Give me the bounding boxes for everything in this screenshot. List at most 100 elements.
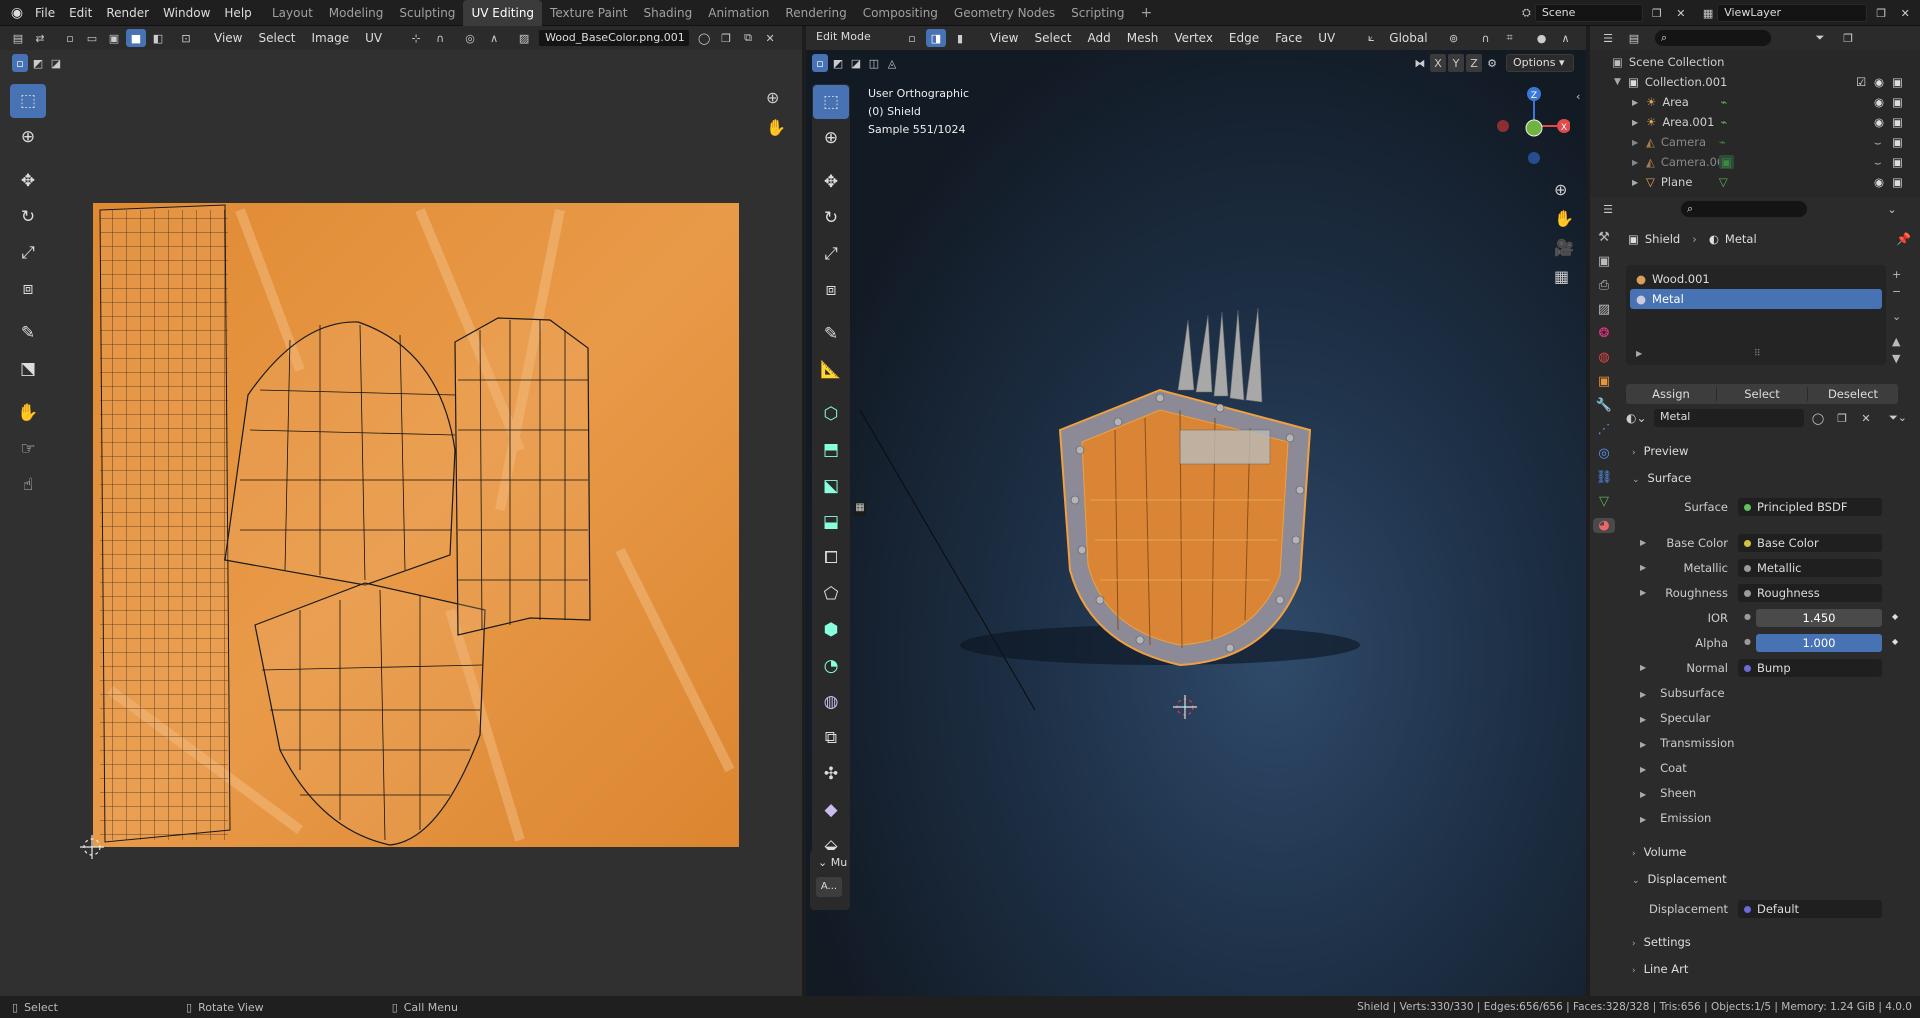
tab-texture-paint[interactable]: Texture Paint [542, 0, 635, 26]
data-tab-icon[interactable]: ▽ [1599, 494, 1609, 509]
roughness-field[interactable]: Roughness [1738, 584, 1882, 602]
shield-render[interactable] [860, 300, 1480, 760]
extrude-tool-icon[interactable]: ⬒ [813, 433, 849, 467]
uv-menu-image[interactable]: Image [304, 31, 358, 45]
vp-select-extend-icon[interactable]: ◩ [830, 54, 846, 72]
menu-window[interactable]: Window [156, 0, 217, 26]
edge-select-icon[interactable]: ▭ [82, 29, 102, 47]
operator-panel[interactable]: ⌄ Mu A... [810, 850, 850, 910]
uv-canvas[interactable] [0, 50, 802, 994]
bevel-tool-icon[interactable]: ⬓ [813, 505, 849, 539]
material-unlink-icon[interactable]: ✕ [1856, 409, 1876, 427]
outliner-type-icon[interactable]: ☰ [1598, 29, 1618, 47]
outliner-search[interactable]: ⌕ [1654, 29, 1772, 47]
alpha-field[interactable]: 1.000 [1756, 634, 1882, 652]
collection-eye-icon[interactable]: ◉ [1874, 75, 1884, 89]
output-tab-icon[interactable]: ⎙ [1599, 278, 1609, 293]
outliner-item[interactable]: ▶ ◭ Camera ⌁ ⌣ ▣ [1632, 133, 1920, 151]
object-tab-icon[interactable]: ▣ [1598, 374, 1610, 389]
vp-menu-mesh[interactable]: Mesh [1119, 31, 1167, 45]
fake-user-icon[interactable]: ◯ [694, 29, 714, 47]
face-mode-icon[interactable]: ▮ [950, 29, 970, 47]
tab-modeling[interactable]: Modeling [321, 0, 392, 26]
3d-cursor-icon[interactable] [1173, 695, 1197, 719]
vp-menu-add[interactable]: Add [1080, 31, 1119, 45]
tab-scripting[interactable]: Scripting [1063, 0, 1132, 26]
gizmo-neg-z-icon[interactable] [1528, 152, 1540, 164]
vp-camera-icon[interactable]: 🎥 [1554, 238, 1574, 257]
vp-select-invert-icon[interactable]: ◫ [866, 54, 882, 72]
expand-icon[interactable]: ▶ [1632, 118, 1646, 127]
eye-hidden-icon[interactable]: ⌣ [1874, 135, 1882, 150]
properties-type-icon[interactable]: ☰ [1598, 200, 1618, 218]
vp-scale-tool-icon[interactable]: ⤢ [813, 237, 849, 271]
add-workspace-icon[interactable]: + [1133, 0, 1161, 26]
vertex-mode-icon[interactable]: ▫ [902, 29, 922, 47]
menu-help[interactable]: Help [217, 0, 258, 26]
tab-sculpting[interactable]: Sculpting [391, 0, 463, 26]
add-cube-tool-icon[interactable]: ⬡ [813, 397, 849, 431]
outliner-collection[interactable]: ▼ ▣ Collection.001 ☑ ◉ ▣ [1614, 73, 1904, 91]
vp-move-tool-icon[interactable]: ✥ [813, 165, 849, 199]
collection-camera-icon[interactable]: ▣ [1892, 75, 1903, 89]
tab-rendering[interactable]: Rendering [777, 0, 854, 26]
pin-icon[interactable]: 📌 [1896, 232, 1911, 246]
tool-tab-icon[interactable]: ⚒ [1598, 230, 1610, 245]
outliner-item[interactable]: ▶ ☀ Area ⌁ ◉ ▣ [1632, 93, 1920, 111]
remove-slot-icon[interactable]: − [1892, 285, 1901, 298]
tab-shading[interactable]: Shading [635, 0, 700, 26]
vp-menu-edge[interactable]: Edge [1221, 31, 1267, 45]
spin-tool-icon[interactable]: ◔ [813, 649, 849, 683]
editor-type-icon[interactable]: ▤ [8, 29, 28, 47]
uv-menu-select[interactable]: Select [250, 31, 303, 45]
displacement-field[interactable]: Default [1738, 900, 1882, 918]
select-button[interactable]: Select [1717, 387, 1808, 401]
subsection-specular[interactable]: ▶ Specular [1640, 711, 1734, 736]
tab-uv-editing[interactable]: UV Editing [463, 0, 543, 26]
axis-z-toggle[interactable]: Z [1466, 54, 1482, 72]
expand-icon[interactable]: ▶ [1632, 138, 1646, 147]
eye-hidden-icon[interactable]: ⌣ [1874, 155, 1882, 170]
keyframe-icon[interactable]: ◆ [1892, 637, 1898, 646]
view-layer-field[interactable]: ViewLayer [1717, 4, 1868, 22]
subsection-transmission[interactable]: ▶ Transmission [1640, 736, 1734, 761]
operator-panel-button[interactable]: A... [816, 877, 842, 897]
snap-icon[interactable]: ⊹ [406, 29, 426, 47]
material-slot[interactable]: ● Wood.001 [1630, 269, 1882, 289]
vp-cursor-tool-icon[interactable]: ⊕ [813, 121, 849, 155]
falloff-icon[interactable]: ∧ [484, 29, 504, 47]
view-layer-icon[interactable]: ▦ [1703, 7, 1713, 20]
vp-select-subtract-icon[interactable]: ◪ [848, 54, 864, 72]
line-art-section[interactable]: › Line Art [1632, 962, 1688, 976]
vp-menu-vertex[interactable]: Vertex [1166, 31, 1221, 45]
vp-zoom-icon[interactable]: ⊕ [1554, 180, 1574, 199]
properties-options-icon[interactable]: ⌄ [1882, 200, 1902, 218]
vp-select-box-icon[interactable]: ▫ [812, 54, 828, 72]
outliner-item[interactable]: ▶ ▽ Plane ▽ ◉ ▣ [1632, 173, 1920, 191]
outliner-scene-collection[interactable]: ▣ Scene Collection [1612, 53, 1902, 71]
proportional-icon[interactable]: ● [1532, 29, 1552, 47]
shrink-tool-icon[interactable]: ✣ [813, 757, 849, 791]
image-name-field[interactable]: Wood_BaseColor.png.001 [538, 29, 691, 47]
knife-tool-icon[interactable]: ⬠ [813, 577, 849, 611]
vp-ortho-icon[interactable]: ▦ [1554, 267, 1574, 286]
pivot-point-icon[interactable]: ⊚ [1444, 29, 1464, 47]
uv-menu-uv[interactable]: UV [357, 31, 390, 45]
volume-section[interactable]: › Volume [1632, 845, 1686, 859]
proportional-edit-icon[interactable]: ◎ [460, 29, 480, 47]
sidebar-toggle-icon[interactable]: ‹ [1576, 90, 1580, 103]
material-fake-user-icon[interactable]: ◯ [1808, 409, 1828, 427]
orientation-dropdown[interactable]: Global [1385, 31, 1431, 45]
tab-compositing[interactable]: Compositing [855, 0, 946, 26]
list-expand-icon[interactable]: ▶ [1636, 349, 1642, 358]
options-dropdown[interactable]: Options ▾ [1506, 54, 1574, 72]
preview-section[interactable]: › Preview [1632, 444, 1688, 458]
view-layer-tab-icon[interactable]: ▨ [1598, 302, 1610, 317]
shear-tool-icon[interactable]: ◆ [813, 793, 849, 827]
settings-section[interactable]: › Settings [1632, 935, 1691, 949]
vp-menu-face[interactable]: Face [1267, 31, 1310, 45]
new-view-layer-icon[interactable]: ❐ [1871, 4, 1891, 22]
delete-scene-icon[interactable]: ✕ [1671, 4, 1691, 22]
vp-measure-tool-icon[interactable]: 📐 [813, 353, 849, 387]
material-slot-active[interactable]: ● Metal [1630, 289, 1882, 309]
